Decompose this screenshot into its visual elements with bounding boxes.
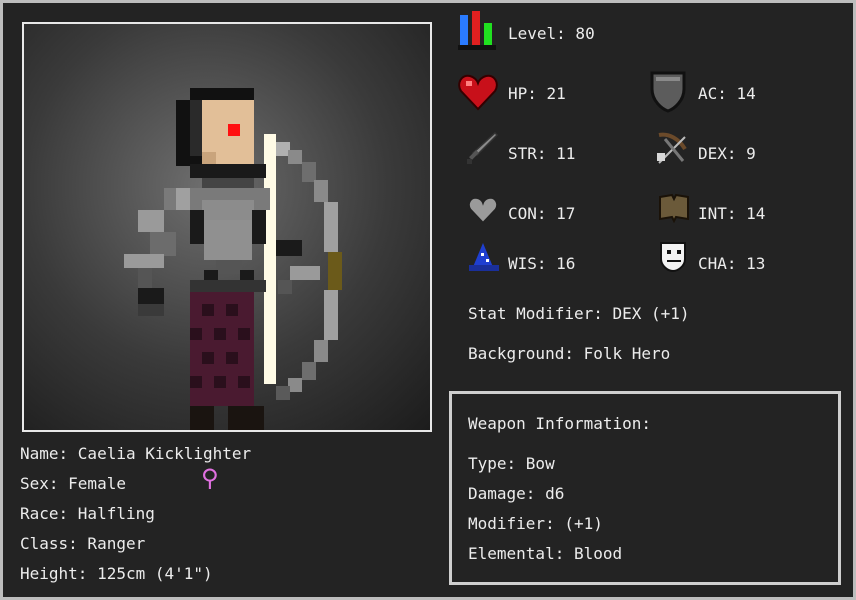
ranger-sprite bbox=[124, 88, 342, 430]
level-bars-icon bbox=[458, 11, 496, 50]
shield-icon bbox=[650, 71, 686, 113]
dex-text: DEX: 9 bbox=[698, 144, 756, 163]
weapon-heading: Weapon Information: bbox=[468, 414, 652, 433]
wizard-hat-icon bbox=[469, 243, 499, 271]
sword-icon bbox=[467, 131, 499, 164]
character-portrait bbox=[22, 22, 432, 432]
weapon-elemental-text: Elemental: Blood bbox=[468, 544, 623, 563]
background-text: Background: Folk Hero bbox=[468, 344, 671, 363]
weapon-modifier-text: Modifier: (+1) bbox=[468, 514, 603, 533]
wis-text: WIS: 16 bbox=[508, 254, 576, 273]
weapon-damage-text: Damage: d6 bbox=[468, 484, 565, 503]
crossbow-icon bbox=[657, 132, 687, 164]
book-icon bbox=[659, 193, 689, 223]
weapon-type-text: Type: Bow bbox=[468, 454, 555, 473]
name-text: Name: Caelia Kicklighter bbox=[20, 444, 252, 463]
cha-text: CHA: 13 bbox=[698, 254, 766, 273]
class-text: Class: Ranger bbox=[20, 534, 146, 553]
ac-text: AC: 14 bbox=[698, 84, 756, 103]
gray-heart-icon bbox=[468, 197, 498, 224]
heart-icon bbox=[458, 74, 498, 111]
race-text: Race: Halfling bbox=[20, 504, 155, 523]
str-text: STR: 11 bbox=[508, 144, 576, 163]
character-sheet: Level: 80 HP: 21 AC: 14 STR: 11 DEX: 9 C… bbox=[3, 3, 853, 597]
female-symbol-icon: ⚲ bbox=[201, 464, 219, 492]
hp-text: HP: 21 bbox=[508, 84, 566, 103]
height-text: Height: 125cm (4'1") bbox=[20, 564, 213, 583]
stat-modifier-text: Stat Modifier: DEX (+1) bbox=[468, 304, 690, 323]
con-text: CON: 17 bbox=[508, 204, 576, 223]
theater-mask-icon bbox=[660, 242, 686, 273]
sex-text: Sex: Female bbox=[20, 474, 126, 493]
level-text: Level: 80 bbox=[508, 24, 595, 43]
int-text: INT: 14 bbox=[698, 204, 766, 223]
